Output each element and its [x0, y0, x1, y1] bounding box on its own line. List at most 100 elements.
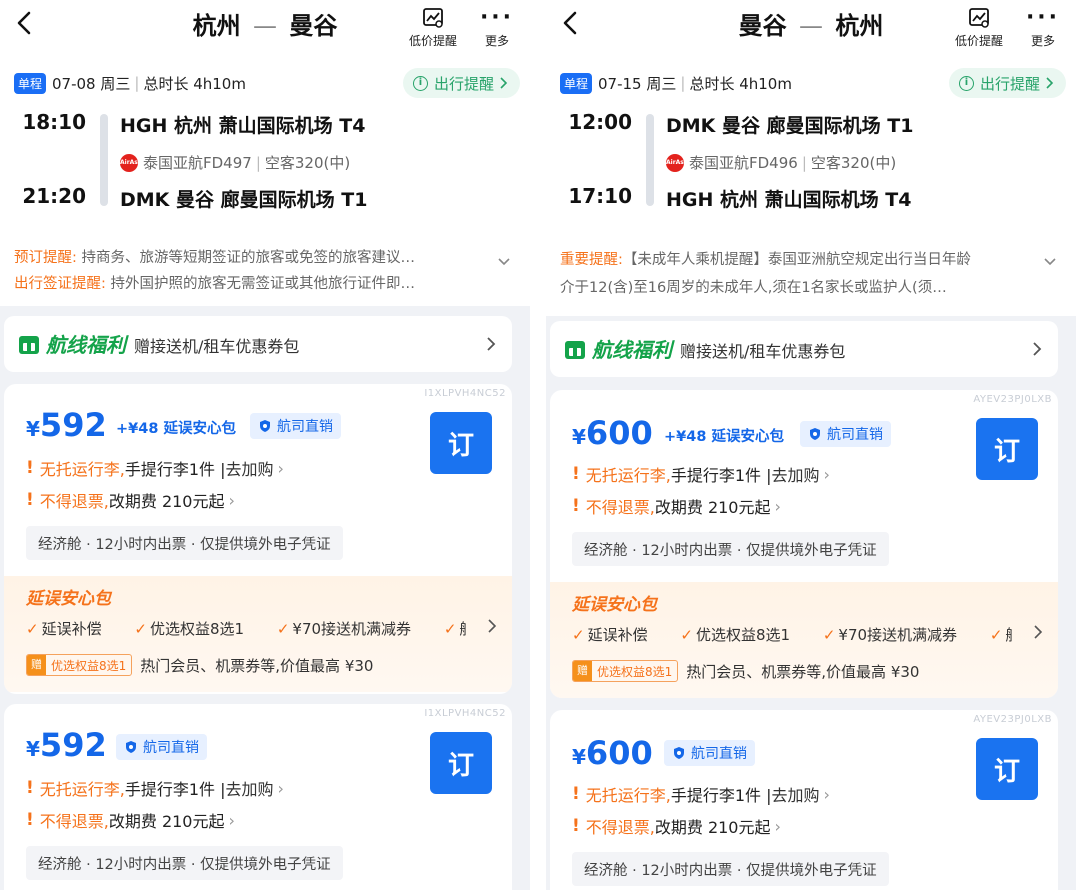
airline-direct-badge: 航司直销 — [664, 740, 755, 766]
segment-line — [100, 114, 108, 206]
route-destination: 杭州 — [835, 12, 884, 40]
more-button[interactable]: ··· 更多 — [1018, 6, 1068, 49]
departure-airport: DMK 曼谷 廊曼国际机场 T1 — [666, 115, 914, 137]
check-icon: ✓ — [443, 620, 457, 638]
price-amount: 600 — [585, 414, 653, 452]
route-benefit-bar[interactable]: 航线福利 赠接送机/租车优惠券包 — [550, 321, 1058, 377]
refund-warning: 不得退票, — [585, 498, 655, 517]
add-baggage-link[interactable]: 去加购 — [772, 462, 820, 486]
badge-label: 航司直销 — [277, 419, 333, 435]
price-currency: ¥ — [572, 425, 586, 449]
book-button[interactable]: 订 — [976, 738, 1038, 800]
cabin-info: 经济舱 · 12小时内出票 · 仅提供境外电子凭证 — [26, 846, 343, 880]
package-item-label: ¥70接送机满减券 — [838, 626, 958, 644]
nav-bar: 曼谷 — 杭州 低价提醒 ··· 更多 — [546, 0, 1076, 62]
trip-info-row: 单程 07-15 周三 | 总时长 4h10m — [560, 70, 792, 96]
add-baggage-link[interactable]: 去加购 — [226, 456, 274, 480]
notices[interactable]: 预订提醒: 持商务、旅游等短期签证的旅客或免签的旅客建议… 出行签证提醒: 持外… — [0, 232, 530, 306]
check-icon: ✓ — [276, 620, 290, 638]
refund-warning: 不得退票, — [39, 812, 109, 831]
trip-duration: 总时长 4h10m — [143, 74, 246, 93]
chevron-right-icon: › — [277, 458, 284, 478]
book-button[interactable]: 订 — [430, 412, 492, 474]
chevron-right-icon — [1033, 342, 1042, 356]
offer-card[interactable]: I1XLPVH4NC52 ¥ 592 航司直销 订 ! 无托运行李, 手提行李1… — [4, 704, 512, 890]
trip-info-row: 单程 07-08 周三 | 总时长 4h10m — [14, 70, 246, 96]
price-amount: 592 — [39, 406, 107, 444]
trip-date: 07-08 周三 — [52, 74, 131, 93]
baggage-rule: ! 无托运行李, 手提行李1件 | 去加购 › — [26, 456, 284, 480]
chevron-right-icon — [500, 77, 508, 89]
offer-card[interactable]: AYEV23PJ0LXB ¥ 600 航司直销 订 ! 无托运行李, 手提行李1… — [550, 710, 1058, 890]
chevron-right-icon — [1046, 77, 1054, 89]
refund-rule[interactable]: ! 不得退票, 改期费 210元起 › — [26, 488, 235, 512]
airline-logo: AirAsia — [120, 153, 144, 172]
chevron-right-icon[interactable] — [1032, 624, 1044, 640]
package-items: ✓延误补偿 ✓优选权益8选1 ✓¥70接送机满减券 ✓航班 — [572, 624, 1012, 645]
airline-name: 泰国亚航FD497 — [143, 154, 252, 172]
badge-label: 航司直销 — [827, 427, 883, 443]
gift-tag-label: 优选权益8选1 — [597, 664, 673, 679]
benefit-title: 航线福利 — [46, 333, 126, 357]
notice-key: 重要提醒: — [560, 252, 623, 268]
refund-rule[interactable]: ! 不得退票, 改期费 210元起 › — [572, 494, 781, 518]
badge-label: 航司直销 — [691, 746, 747, 762]
book-button[interactable]: 订 — [976, 418, 1038, 480]
addon-package[interactable]: +¥48 延误安心包 — [664, 425, 784, 446]
travel-tip-button[interactable]: i 出行提醒 — [402, 68, 520, 98]
warning-icon: ! — [26, 778, 34, 798]
offer-card[interactable]: AYEV23PJ0LXB ¥ 600 +¥48 延误安心包 航司直销 订 ! 无… — [550, 390, 1058, 698]
gift-desc: 热门会员、机票券等,价值最高 ¥30 — [686, 662, 920, 681]
panel-divider — [530, 0, 546, 890]
check-icon: ✓ — [989, 626, 1003, 644]
flight-summary: 单程 07-15 周三 | 总时长 4h10m i 出行提醒 12:00 DMK… — [546, 62, 1076, 232]
chevron-down-icon[interactable] — [496, 254, 512, 270]
price-alert-button[interactable]: 低价提醒 — [398, 6, 468, 49]
check-icon: ✓ — [680, 626, 693, 644]
package-item-label: 优选权益8选1 — [149, 620, 245, 638]
chevron-right-icon[interactable] — [486, 618, 498, 634]
book-button[interactable]: 订 — [430, 732, 492, 794]
route-benefit-bar[interactable]: 航线福利 赠接送机/租车优惠券包 — [4, 316, 512, 372]
chevron-right-icon — [487, 337, 496, 351]
add-baggage-link[interactable]: 去加购 — [226, 776, 274, 800]
package-item: ✓ 优选权益8选1 — [134, 620, 258, 638]
important-notice: 重要提醒:【未成年人乘机提醒】泰国亚洲航空规定出行当日年龄 — [560, 248, 1030, 269]
price-trend-icon — [969, 8, 989, 28]
offer-card[interactable]: I1XLPVH4NC52 ¥ 592 +¥48 延误安心包 航司直销 订 ! 无… — [4, 384, 512, 694]
travel-tip-label: 出行提醒 — [433, 74, 494, 93]
trip-type-badge: 单程 — [14, 72, 47, 94]
delay-package[interactable]: 延误安心包 ✓延误补偿 ✓优选权益8选1 ✓¥70接送机满减券 ✓航班 赠优选权… — [550, 582, 1058, 698]
package-item-label: ¥70接送机满减券 — [292, 620, 412, 638]
warning-icon: ! — [572, 464, 580, 484]
refund-rule[interactable]: ! 不得退票, 改期费 210元起 › — [26, 808, 235, 832]
baggage-warning: 无托运行李, — [585, 786, 671, 805]
addon-package[interactable]: +¥48 延误安心包 — [116, 417, 236, 438]
more-button[interactable]: ··· 更多 — [472, 6, 522, 49]
info-circle-icon: i — [958, 75, 974, 91]
price: ¥ 592 — [26, 726, 107, 764]
notice-key: 出行签证提醒: — [14, 276, 106, 292]
aircraft-type: 空客320(中) — [810, 154, 897, 172]
add-baggage-link[interactable]: 去加购 — [772, 782, 820, 806]
travel-tip-button[interactable]: i 出行提醒 — [948, 68, 1066, 98]
shield-badge-icon — [260, 420, 270, 432]
price-currency: ¥ — [26, 417, 40, 441]
notices[interactable]: 重要提醒:【未成年人乘机提醒】泰国亚洲航空规定出行当日年龄 介于12(含)至16… — [546, 232, 1076, 316]
offer-code: I1XLPVH4NC52 — [424, 388, 506, 399]
cabin-info: 经济舱 · 12小时内出票 · 仅提供境外电子凭证 — [26, 526, 343, 560]
delay-package[interactable]: 延误安心包 ✓延误补偿 ✓优选权益8选1 ✓¥70接送机满减券 ✓航班 赠优选权… — [4, 576, 512, 692]
chevron-down-icon[interactable] — [1042, 254, 1058, 270]
notice-text: 介于12(含)至16周岁的未成年人,须在1名家长或监护人(须… — [560, 280, 947, 296]
price-alert-button[interactable]: 低价提醒 — [944, 6, 1014, 49]
airline-name: 泰国亚航FD496 — [689, 154, 798, 172]
more-dots-icon: ··· — [1025, 5, 1061, 30]
gift-icon: 赠 — [573, 661, 592, 681]
package-item: ✓航班 — [990, 626, 1012, 644]
refund-rule[interactable]: ! 不得退票, 改期费 210元起 › — [572, 814, 781, 838]
package-item: ✓ ¥70接送机满减券 — [823, 626, 971, 644]
check-icon: ✓ — [26, 620, 39, 638]
baggage-rule: ! 无托运行李, 手提行李1件 | 去加购 › — [572, 462, 830, 486]
shield-badge-icon — [126, 741, 136, 753]
warning-icon: ! — [572, 784, 580, 804]
